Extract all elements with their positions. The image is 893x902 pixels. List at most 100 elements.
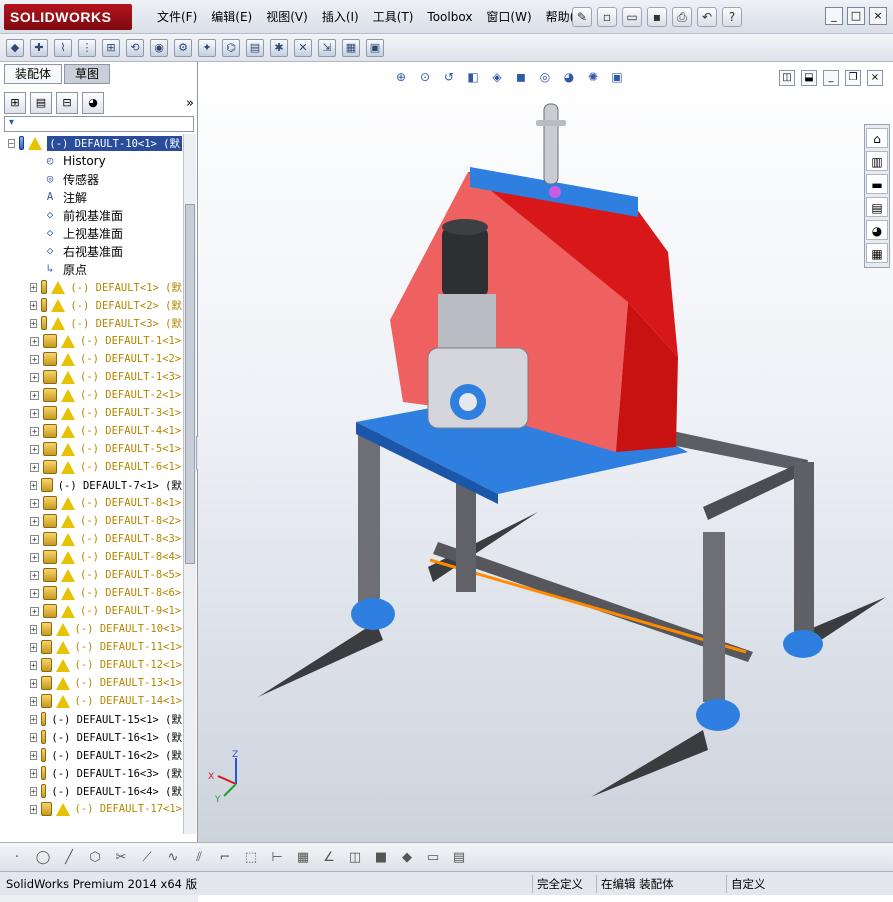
view-settings-icon[interactable]: ▣ — [608, 68, 626, 86]
expand-icon[interactable]: + — [30, 354, 39, 364]
save-icon[interactable]: ▪ — [647, 7, 667, 27]
expand-icon[interactable]: + — [30, 732, 37, 742]
configuration-manager-icon[interactable]: ⊟ — [56, 92, 78, 114]
menu-item-3[interactable]: 插入(I) — [315, 0, 366, 34]
solidworks-logo[interactable]: SOLIDWORKS — [4, 4, 132, 30]
expand-chevron-icon[interactable]: » — [186, 96, 194, 111]
expand-icon[interactable]: + — [30, 516, 39, 526]
spline-icon[interactable]: ∿ — [164, 850, 182, 865]
expand-icon[interactable]: + — [30, 282, 37, 292]
expand-icon[interactable]: + — [30, 534, 39, 544]
menu-item-6[interactable]: 窗口(W) — [479, 0, 538, 34]
hide-show-items-icon[interactable]: ◎ — [536, 68, 554, 86]
smart-dimension-icon[interactable]: ⊢ — [268, 850, 286, 865]
tree-feature-row[interactable]: ◎ 传感器 — [2, 170, 182, 188]
zoom-area-icon[interactable]: ⊙ — [416, 68, 434, 86]
mate-icon[interactable]: ⌇ — [54, 38, 72, 57]
display-style-icon[interactable]: ◼ — [512, 68, 530, 86]
tree-component-row[interactable]: + (-) DEFAULT-8<2> — [2, 512, 182, 530]
tree-component-row[interactable]: + (-) DEFAULT-14<1> — [2, 692, 182, 710]
tree-component-row[interactable]: + (-) DEFAULT-1<1> — [2, 332, 182, 350]
file-explorer-icon[interactable]: ▬ — [866, 174, 888, 194]
tree-component-row[interactable]: + (-) DEFAULT-11<1> — [2, 638, 182, 656]
tree-component-row[interactable]: + (-) DEFAULT-4<1> — [2, 422, 182, 440]
tree-component-row[interactable]: + (-) DEFAULT-16<1> (默 — [2, 728, 182, 746]
tree-component-row[interactable]: + (-) DEFAULT-10<1> — [2, 620, 182, 638]
instant3d-icon[interactable]: ⇲ — [318, 38, 336, 57]
tree-feature-row[interactable]: ◴ History — [2, 152, 182, 170]
menu-item-2[interactable]: 视图(V) — [259, 0, 315, 34]
pushpin-icon[interactable]: ✎ — [572, 7, 592, 27]
tree-component-row[interactable]: + (-) DEFAULT-16<3> (默 — [2, 764, 182, 782]
tree-feature-row[interactable]: ↳ 原点 — [2, 260, 182, 278]
expand-icon[interactable]: + — [30, 480, 38, 490]
expand-icon[interactable]: + — [30, 804, 37, 814]
expand-icon[interactable]: + — [30, 462, 39, 472]
tree-component-row[interactable]: + (-) DEFAULT-15<1> (默 — [2, 710, 182, 728]
trim-icon[interactable]: ✂ — [112, 850, 130, 865]
tree-component-row[interactable]: + (-) DEFAULT-1<2> — [2, 350, 182, 368]
corner-icon[interactable]: ⌐ — [216, 850, 234, 865]
new-document-icon[interactable]: ▫ — [597, 7, 617, 27]
display-mode-icon[interactable]: ◆ — [398, 850, 416, 865]
design-library-icon[interactable]: ▥ — [866, 151, 888, 171]
expand-icon[interactable]: + — [30, 318, 37, 328]
expand-icon[interactable]: + — [30, 714, 37, 724]
scrollbar-thumb[interactable] — [185, 204, 195, 564]
expand-icon[interactable]: + — [30, 786, 37, 796]
view-cube-icon[interactable]: ◫ — [346, 850, 364, 865]
expand-icon[interactable]: + — [30, 660, 37, 670]
expand-icon[interactable]: + — [30, 696, 37, 706]
tree-component-row[interactable]: + (-) DEFAULT<2> (默 — [2, 296, 182, 314]
tree-feature-row[interactable]: ◇ 右视基准面 — [2, 242, 182, 260]
angle-icon[interactable]: ∠ — [320, 850, 338, 865]
tree-component-row[interactable]: + (-) DEFAULT-7<1> (默 — [2, 476, 182, 494]
assembly-icon[interactable]: ◆ — [6, 38, 24, 57]
circle-icon[interactable]: ◯ — [34, 850, 52, 865]
collapse-icon[interactable]: − — [8, 138, 15, 148]
undo-icon[interactable]: ↶ — [697, 7, 717, 27]
tree-component-row[interactable]: + (-) DEFAULT-13<1> — [2, 674, 182, 692]
point-icon[interactable]: · — [8, 850, 26, 865]
tree-component-row[interactable]: + (-) DEFAULT<1> (默 — [2, 278, 182, 296]
expand-icon[interactable]: + — [30, 390, 39, 400]
home-icon[interactable]: ⌂ — [866, 128, 888, 148]
display-manager-icon[interactable]: ◕ — [82, 92, 104, 114]
expand-icon[interactable]: + — [30, 750, 37, 760]
assembly-features-icon[interactable]: ⚙ — [174, 38, 192, 57]
tree-component-row[interactable]: + (-) DEFAULT-17<1> — [2, 800, 182, 818]
table-icon[interactable]: ▤ — [450, 850, 468, 865]
expand-icon[interactable]: + — [30, 642, 37, 652]
polygon-icon[interactable]: ⬡ — [86, 850, 104, 865]
shaded-icon[interactable]: ■ — [372, 850, 390, 865]
tree-component-row[interactable]: + (-) DEFAULT-5<1> — [2, 440, 182, 458]
tree-vertical-scrollbar[interactable] — [183, 134, 196, 834]
doc-close-icon[interactable]: × — [867, 70, 883, 86]
print-icon[interactable]: ⎙ — [672, 7, 692, 27]
open-folder-icon[interactable]: ▭ — [622, 7, 642, 27]
tree-component-row[interactable]: + (-) DEFAULT-16<4> (默 — [2, 782, 182, 800]
doc-minimize-icon[interactable]: _ — [823, 70, 839, 86]
grid-icon[interactable]: ▦ — [294, 850, 312, 865]
help-icon[interactable]: ? — [722, 7, 742, 27]
edit-appearance-icon[interactable]: ◕ — [560, 68, 578, 86]
minimize-button[interactable]: _ — [825, 7, 843, 25]
restore-button[interactable]: □ — [847, 7, 865, 25]
insert-component-icon[interactable]: ✚ — [30, 38, 48, 57]
tree-component-row[interactable]: + (-) DEFAULT-9<1> — [2, 602, 182, 620]
centerline-icon[interactable]: ⟋ — [138, 850, 156, 865]
expand-icon[interactable]: + — [30, 570, 39, 580]
tab-assembly[interactable]: 装配体 — [4, 64, 63, 84]
tree-component-row[interactable]: + (-) DEFAULT-8<4> — [2, 548, 182, 566]
graphics-area[interactable] — [198, 62, 893, 842]
offset-icon[interactable]: ⫽ — [190, 850, 208, 865]
tab-sketch[interactable]: 草图 — [64, 64, 111, 84]
reference-geometry-icon[interactable]: ✦ — [198, 38, 216, 57]
tree-feature-row[interactable]: A 注解 — [2, 188, 182, 206]
move-component-icon[interactable]: ⟲ — [126, 38, 144, 57]
rectangle-icon[interactable]: ⬚ — [242, 850, 260, 865]
exploded-view-icon[interactable]: ✱ — [270, 38, 288, 57]
tree-component-row[interactable]: + (-) DEFAULT-8<6> — [2, 584, 182, 602]
previous-view-icon[interactable]: ↺ — [440, 68, 458, 86]
feature-manager-tree-icon[interactable]: ⊞ — [4, 92, 26, 114]
